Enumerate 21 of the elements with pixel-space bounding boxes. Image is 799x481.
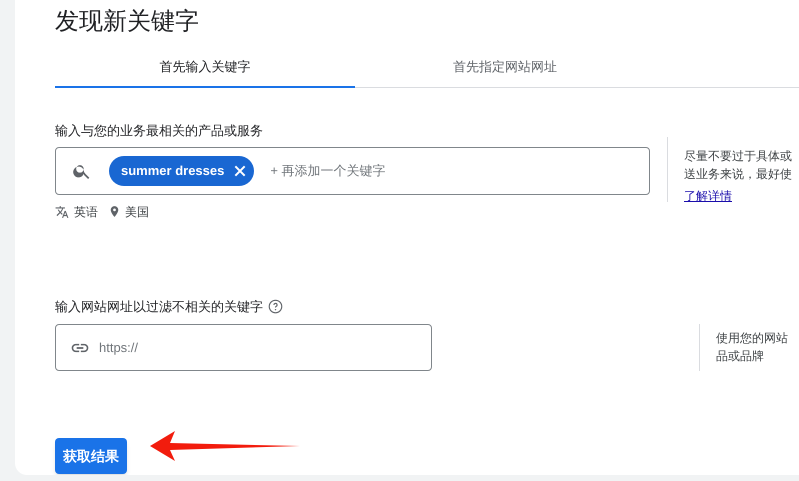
keyword-input-field[interactable]: summer dresses + 再添加一个关键字 — [55, 146, 650, 194]
help-text: 尽量不要过于具体或 — [684, 148, 792, 164]
translate-icon — [55, 204, 69, 218]
help-text: 送业务来说，最好使 — [684, 166, 792, 182]
field-label: 输入网站网址以过滤不相关的关键字 — [55, 298, 263, 316]
input-placeholder: https:// — [99, 338, 138, 357]
website-input-field[interactable]: https:// — [55, 324, 432, 371]
location-pin-icon — [108, 205, 121, 218]
tab[interactable]: 首先输入关键字 — [55, 48, 355, 88]
language-label[interactable]: 英语 — [74, 202, 98, 220]
keyword-chip[interactable]: summer dresses — [109, 156, 254, 186]
learn-more-link[interactable]: 了解详情 — [684, 186, 732, 204]
help-icon[interactable] — [268, 298, 283, 314]
help-text: 使用您的网站 — [716, 330, 788, 347]
help-text: 品或品牌 — [716, 348, 764, 365]
location-label[interactable]: 美国 — [125, 202, 149, 220]
get-results-button[interactable]: 获取结果 — [55, 438, 127, 474]
input-placeholder: + 再添加一个关键字 — [270, 162, 386, 180]
page-title: 发现新关键字 — [55, 7, 200, 37]
field-label: 输入与您的业务最相关的产品或服务 — [55, 122, 264, 140]
tab[interactable]: 首先指定网站网址 — [355, 48, 655, 88]
